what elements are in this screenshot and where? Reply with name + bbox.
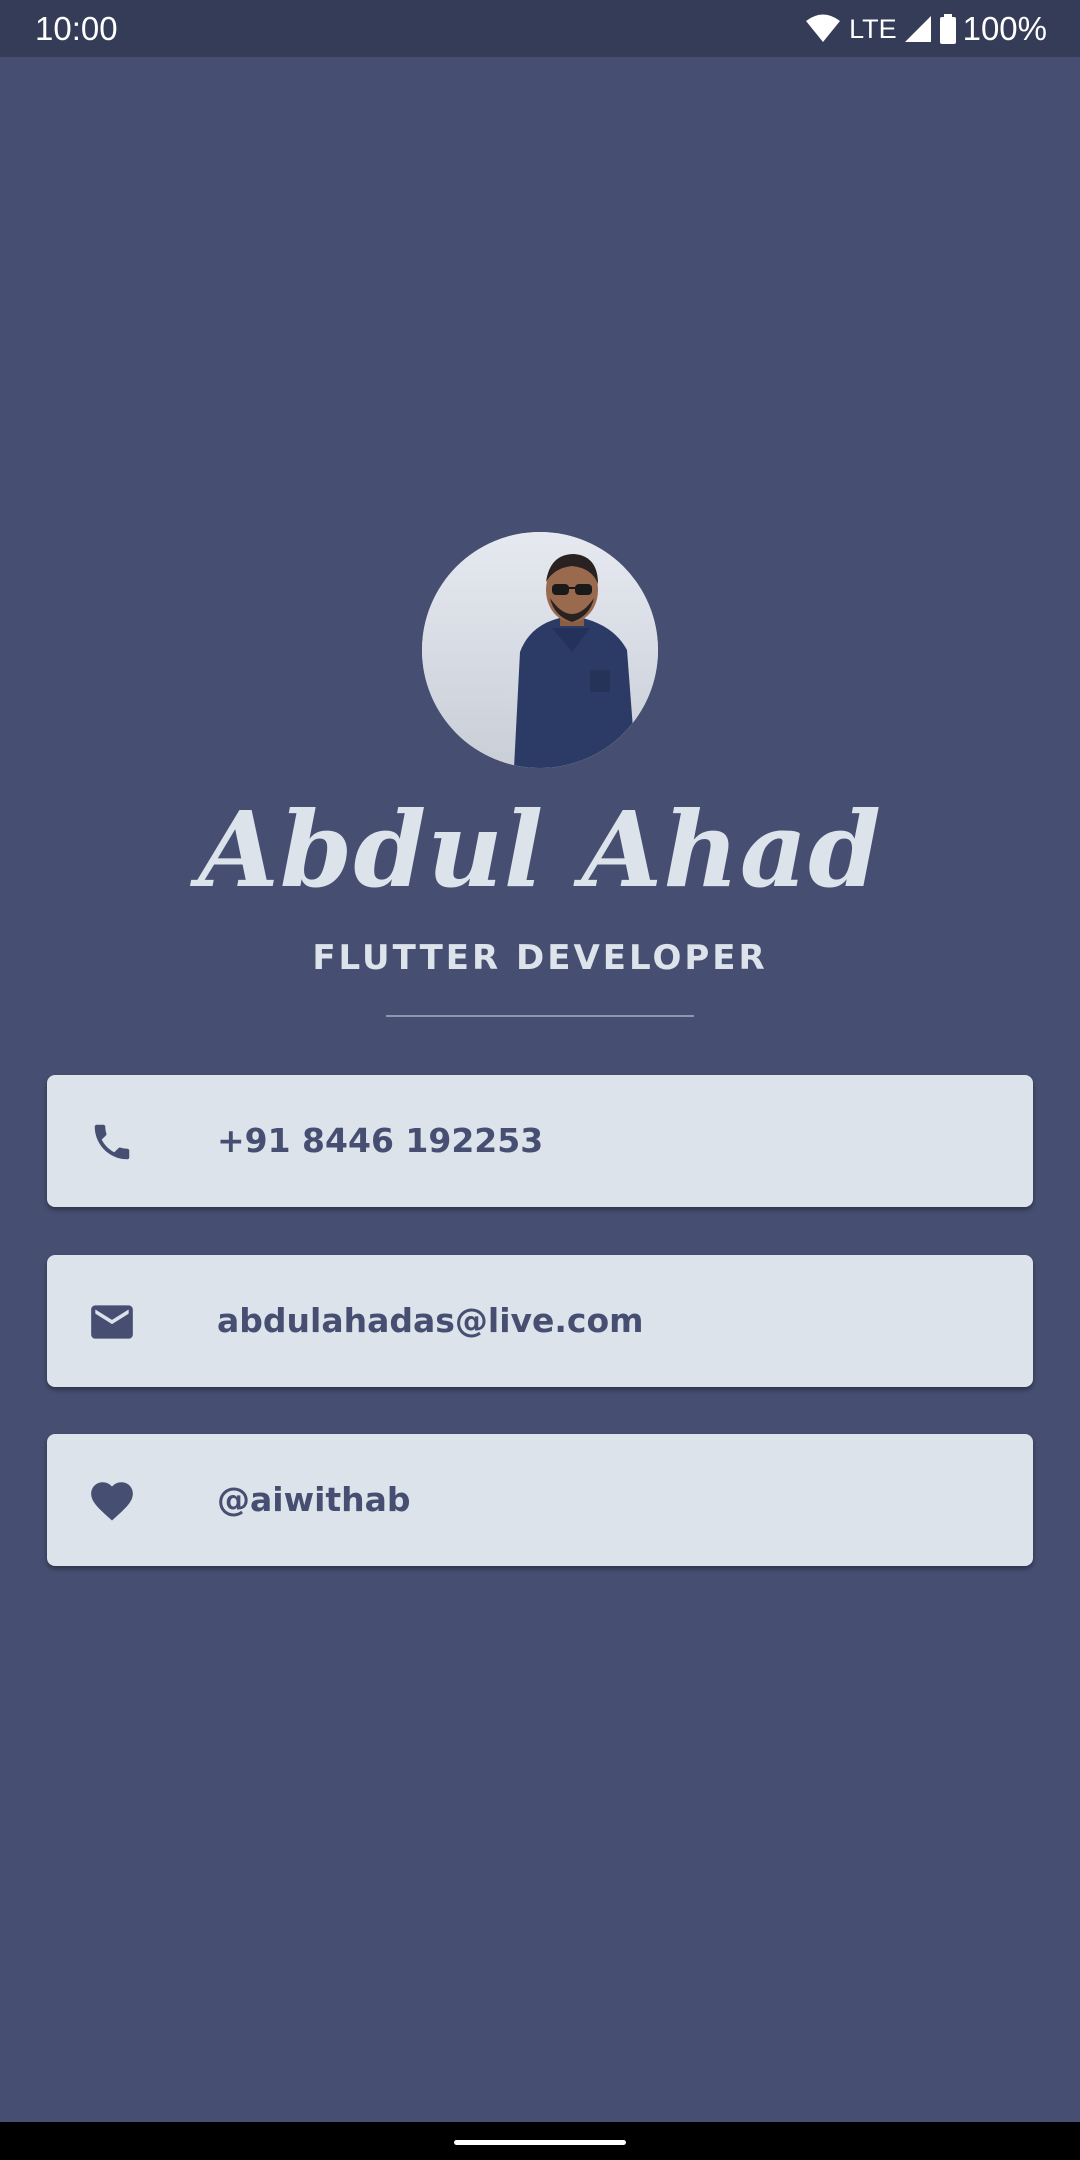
phone-card[interactable]: +91 8446 192253: [47, 1075, 1033, 1207]
status-bar: 10:00 LTE 100%: [0, 0, 1080, 57]
navigation-bar: [0, 2122, 1080, 2160]
home-gesture-handle[interactable]: [454, 2140, 626, 2145]
profile-name: Abdul Ahad: [198, 788, 882, 911]
status-icons: LTE 100%: [805, 9, 1047, 49]
social-handle: @aiwithab: [217, 1480, 411, 1519]
email-card[interactable]: abdulahadas@live.com: [47, 1255, 1033, 1387]
network-type: LTE: [849, 14, 897, 44]
avatar: [422, 532, 658, 768]
social-card[interactable]: @aiwithab: [47, 1434, 1033, 1566]
battery-percent: 100%: [962, 10, 1047, 47]
phone-number: +91 8446 192253: [217, 1121, 544, 1160]
battery-icon: [939, 14, 957, 44]
signal-icon: [903, 14, 933, 44]
phone-icon: [87, 1117, 137, 1167]
wifi-icon: [805, 14, 841, 44]
divider: [386, 1015, 694, 1017]
profile-role: FLUTTER DEVELOPER: [312, 938, 768, 978]
app-screen: 10:00 LTE 100% Abdul Ahad FLUTTER DEVELO…: [0, 0, 1080, 2160]
status-time: 10:00: [35, 10, 118, 47]
mail-icon: [87, 1297, 137, 1347]
email-address: abdulahadas@live.com: [217, 1301, 644, 1340]
heart-icon: [87, 1476, 137, 1526]
